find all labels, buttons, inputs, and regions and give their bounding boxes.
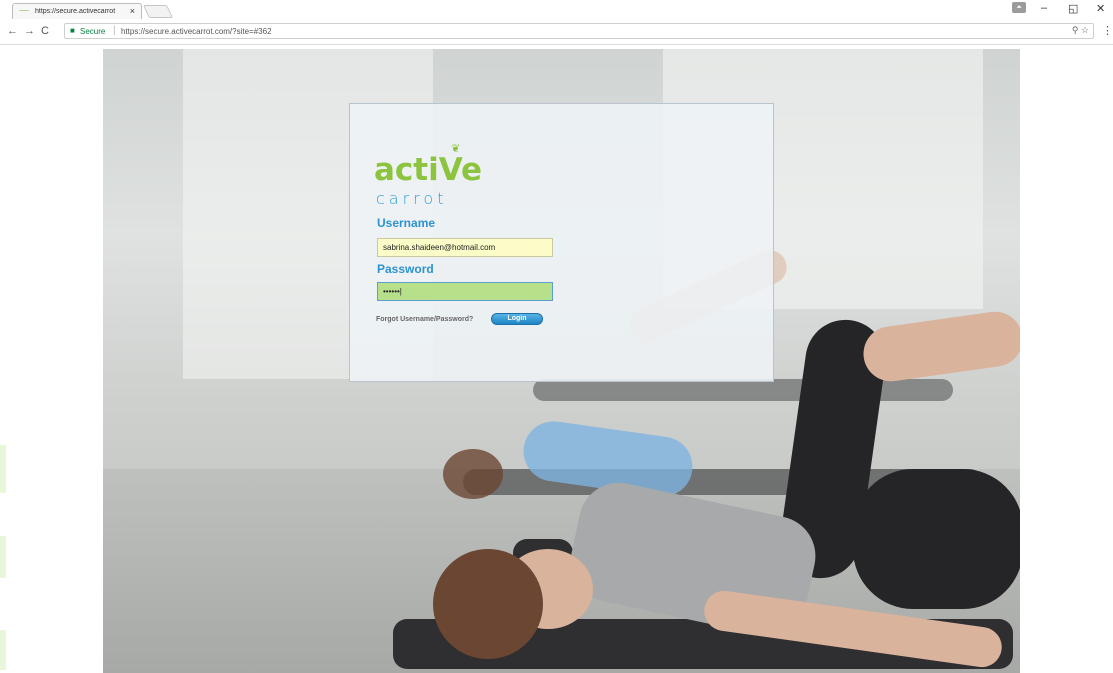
leaf-icon: ❦ (451, 143, 461, 155)
browser-menu-icon[interactable]: ⋮ (1102, 24, 1113, 37)
login-panel: actiVe ❦ carrot Username Password Forgot… (349, 103, 774, 382)
logo-wordmark: actiVe (374, 152, 483, 188)
address-separator: | (113, 25, 116, 36)
new-tab-button[interactable] (142, 5, 174, 18)
logo-subtitle: carrot (376, 189, 448, 208)
login-button[interactable]: Login (491, 313, 543, 325)
user-profile-icon[interactable]: ⏶ (1012, 2, 1026, 13)
forward-button[interactable]: → (24, 25, 35, 37)
tab-close-icon[interactable]: × (130, 6, 135, 16)
site-favicon-icon: ~~~ (19, 8, 29, 15)
restore-button[interactable]: ◱ (1068, 2, 1078, 15)
reload-button[interactable]: C (41, 25, 49, 37)
back-button[interactable]: ← (7, 25, 18, 37)
left-edge-marker (0, 445, 6, 493)
left-edge-marker (0, 536, 6, 578)
tab-title: https://secure.activecarrot (35, 8, 116, 15)
username-input[interactable] (377, 238, 553, 257)
password-input[interactable] (377, 282, 553, 301)
active-carrot-logo: actiVe ❦ carrot (374, 143, 484, 212)
browser-tabstrip: ~~~ https://secure.activecarrot × ⏶ – ◱ … (0, 0, 1113, 19)
username-label: Username (377, 216, 436, 230)
bookmark-star-icon[interactable]: ⚲ ☆ (1072, 25, 1089, 36)
password-label: Password (377, 262, 434, 276)
forgot-credentials-link[interactable]: Forgot Username/Password? (376, 316, 473, 323)
minimize-button[interactable]: – (1041, 2, 1047, 14)
address-bar[interactable]: ■ Secure | https://secure.activecarrot.c… (64, 23, 1094, 39)
left-edge-marker (0, 630, 6, 670)
url-text[interactable]: https://secure.activecarrot.com/?site=#3… (121, 27, 272, 36)
lock-icon: ■ (70, 26, 75, 35)
browser-toolbar: ← → C ■ Secure | https://secure.activeca… (0, 19, 1113, 45)
secure-label: Secure (80, 27, 106, 36)
browser-tab[interactable]: ~~~ https://secure.activecarrot × (12, 3, 142, 19)
close-window-button[interactable]: ✕ (1096, 2, 1105, 15)
